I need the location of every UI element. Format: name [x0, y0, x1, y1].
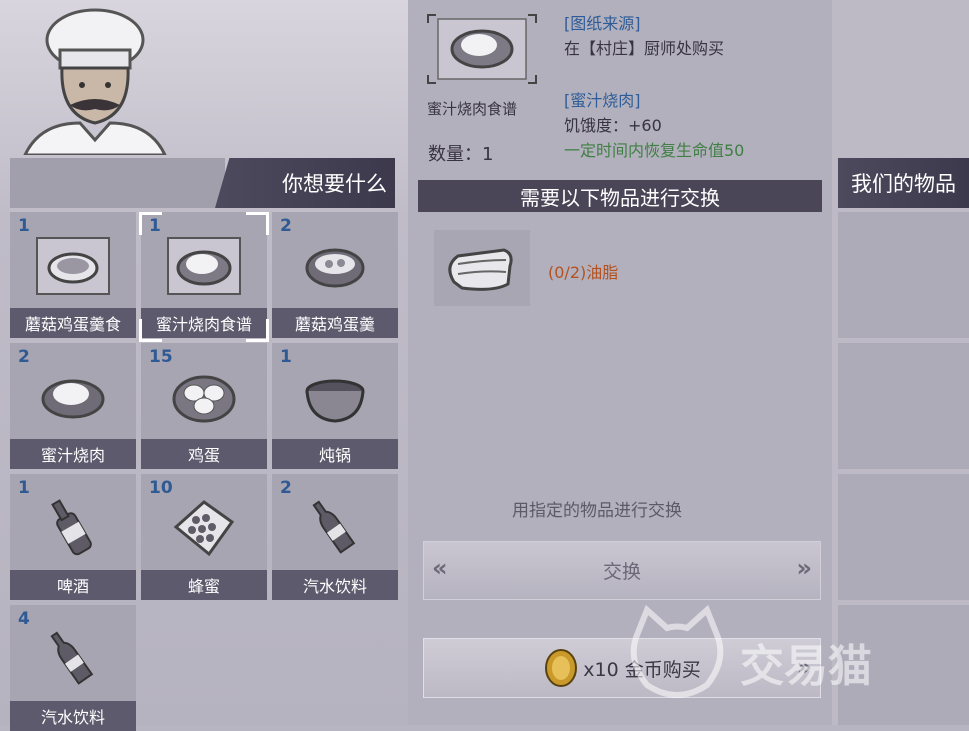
exchange-hint: 用指定的物品进行交换 [512, 501, 682, 521]
soda-bottle-icon [50, 631, 94, 685]
want-header: 你想要什么 [215, 158, 395, 208]
item-count: 1 [280, 347, 292, 367]
item-count: 2 [280, 478, 292, 498]
item-label: 蘑菇鸡蛋羹食 [10, 308, 136, 338]
mushroom-egg-bowl-icon [305, 248, 365, 288]
our-item-slot-2[interactable] [838, 343, 969, 469]
item-label: 蜜汁烧肉食谱 [141, 308, 267, 338]
shop-item-1[interactable]: 1 蘑菇鸡蛋羹食 [10, 212, 136, 338]
shop-item-3[interactable]: 2 蘑菇鸡蛋羹 [272, 212, 398, 338]
source-title: [图纸来源] [564, 14, 641, 33]
chevron-left-icon: « [432, 554, 448, 582]
source-text: 在【村庄】厨师处购买 [564, 39, 725, 58]
header-strip [10, 158, 225, 208]
our-item-slot-1[interactable] [838, 212, 969, 338]
item-label: 蜜汁烧肉 [10, 439, 136, 469]
shop-item-2[interactable]: 1 蜜汁烧肉食谱 [141, 212, 267, 338]
watermark-cat-icon [630, 604, 724, 698]
detail-item-name: 蜜汁烧肉食谱 [427, 100, 518, 118]
requirement-slot[interactable] [434, 230, 530, 306]
honeycomb-icon [173, 500, 235, 557]
shop-item-6[interactable]: 1 炖锅 [272, 343, 398, 469]
our-item-slot-3[interactable] [838, 474, 969, 600]
effect-heal: 一定时间内恢复生命值50 [564, 141, 745, 160]
item-count: 1 [18, 478, 30, 498]
product-title: [蜜汁烧肉] [564, 91, 641, 110]
recipe-honey-meat-icon [167, 237, 241, 295]
item-count: 2 [18, 347, 30, 367]
pot-icon [305, 379, 365, 423]
detail-quantity: 数量：1 [428, 144, 494, 165]
item-label: 汽水饮料 [272, 570, 398, 600]
item-count: 1 [149, 216, 161, 236]
chevron-right-icon: » [796, 554, 812, 582]
shop-item-9[interactable]: 2 汽水饮料 [272, 474, 398, 600]
recipe-honey-meat-icon [427, 14, 537, 84]
shop-item-4[interactable]: 2 蜜汁烧肉 [10, 343, 136, 469]
requirement-text: (0/2)油脂 [548, 263, 619, 282]
shop-item-8[interactable]: 10 蜂蜜 [141, 474, 267, 600]
exchange-header: 需要以下物品进行交换 [418, 180, 822, 212]
shop-item-10[interactable]: 4 汽水饮料 [10, 605, 136, 731]
exchange-button-label: 交换 [602, 561, 641, 583]
honey-meat-icon [41, 379, 105, 419]
item-label: 啤酒 [10, 570, 136, 600]
item-label: 炖锅 [272, 439, 398, 469]
gold-coin-icon [545, 649, 578, 687]
eggs-icon [172, 375, 236, 423]
item-label: 蜂蜜 [141, 570, 267, 600]
our-items-header: 我们的物品 [838, 158, 969, 208]
grease-icon [448, 248, 513, 291]
item-count: 1 [18, 216, 30, 236]
item-label: 汽水饮料 [10, 701, 136, 731]
chef-portrait [23, 8, 167, 155]
recipe-mushroom-egg-icon [36, 237, 110, 295]
shop-item-7[interactable]: 1 啤酒 [10, 474, 136, 600]
soda-bottle-icon [312, 500, 356, 554]
exchange-button[interactable]: « 交换 » [423, 541, 821, 600]
shop-item-5[interactable]: 15 鸡蛋 [141, 343, 267, 469]
item-label: 鸡蛋 [141, 439, 267, 469]
item-label: 蘑菇鸡蛋羹 [272, 308, 398, 338]
beer-bottle-icon [51, 499, 92, 556]
item-count: 4 [18, 609, 30, 629]
effect-hunger: 饥饿度：+60 [564, 116, 662, 135]
item-count: 2 [280, 216, 292, 236]
watermark-text: 交易猫 [740, 641, 872, 692]
